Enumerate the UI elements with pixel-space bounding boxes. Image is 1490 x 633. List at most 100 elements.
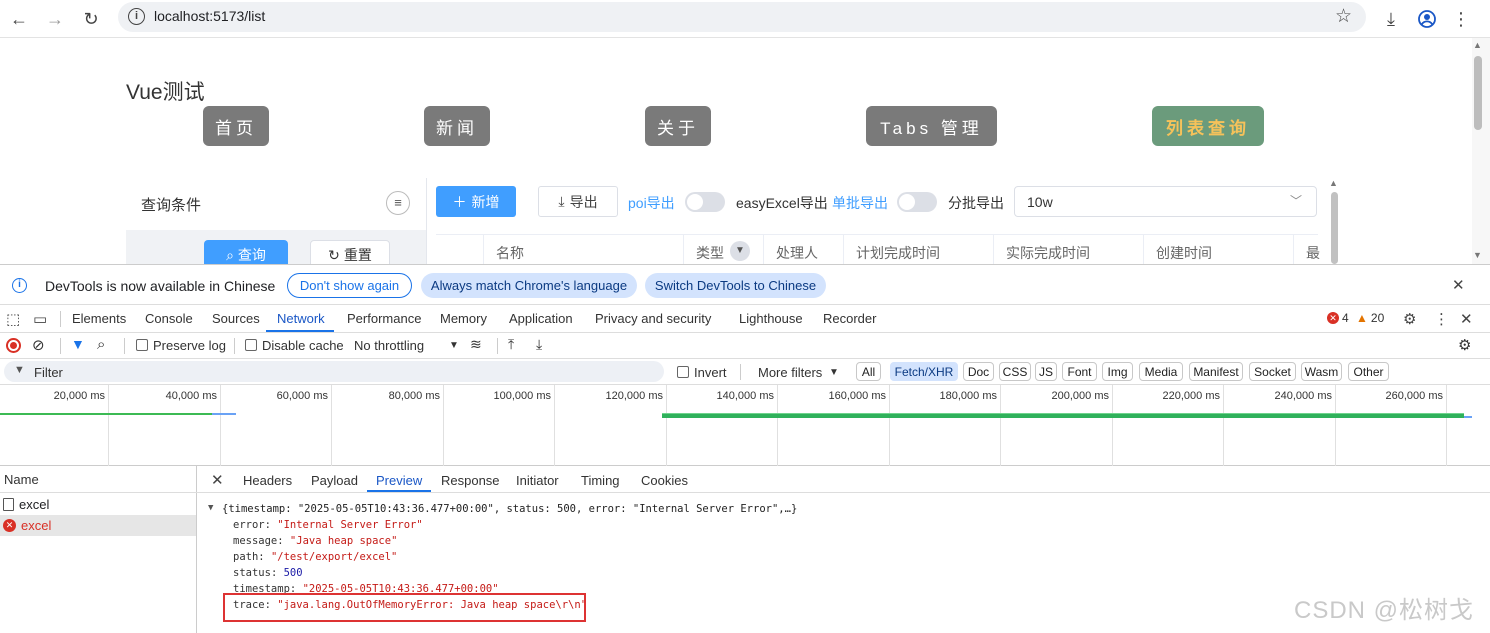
menu-kebab-icon[interactable]: ⋮ bbox=[1446, 4, 1476, 34]
batch-export-link[interactable]: 单批导出 bbox=[832, 193, 888, 213]
tab-elements[interactable]: Elements bbox=[72, 311, 126, 326]
filter-chip-other[interactable]: Other bbox=[1348, 362, 1389, 381]
filter-chip-media[interactable]: Media bbox=[1139, 362, 1183, 381]
nav-tab-list-query[interactable]: 列表查询 bbox=[1152, 106, 1264, 146]
export-button[interactable]: ⤓ 导出 bbox=[538, 186, 618, 217]
filter-chip-all[interactable]: All bbox=[856, 362, 881, 381]
preserve-log-checkbox[interactable] bbox=[136, 339, 148, 351]
download-icon[interactable]: ⤓ bbox=[1376, 4, 1406, 34]
filter-chip-socket[interactable]: Socket bbox=[1249, 362, 1296, 381]
column-header-more[interactable]: 最 bbox=[1306, 243, 1320, 263]
scroll-down-icon[interactable]: ▼ bbox=[1473, 250, 1482, 260]
tab-memory[interactable]: Memory bbox=[440, 311, 487, 326]
add-button[interactable]: ＋ 新增 bbox=[436, 186, 516, 217]
column-header-created-time[interactable]: 创建时间 bbox=[1156, 243, 1212, 263]
back-icon[interactable]: ← bbox=[4, 4, 34, 34]
warning-counter[interactable]: ▲ 20 bbox=[1356, 311, 1384, 325]
close-icon[interactable]: ✕ bbox=[211, 471, 224, 489]
nav-tab-tabs-manage[interactable]: Tabs 管理 bbox=[866, 106, 997, 146]
tab-recorder[interactable]: Recorder bbox=[823, 311, 876, 326]
tab-lighthouse[interactable]: Lighthouse bbox=[739, 311, 803, 326]
list-menu-icon[interactable]: ≡ bbox=[386, 191, 410, 215]
chevron-down-icon[interactable]: ▼ bbox=[829, 367, 839, 378]
detail-tab-timing[interactable]: Timing bbox=[581, 473, 620, 488]
json-field-status[interactable]: status: 500 bbox=[233, 567, 303, 579]
profile-icon[interactable] bbox=[1412, 4, 1442, 34]
stop-recording-icon[interactable] bbox=[6, 338, 21, 353]
switch-to-chinese-button[interactable]: Switch DevTools to Chinese bbox=[645, 273, 826, 298]
query-button[interactable]: ⌕ 查询 bbox=[204, 240, 288, 264]
tab-console[interactable]: Console bbox=[145, 311, 193, 326]
chevron-down-icon[interactable]: ▼ bbox=[449, 340, 459, 351]
collapse-triangle-icon[interactable]: ▼ bbox=[208, 503, 213, 513]
poi-export-toggle[interactable] bbox=[685, 192, 725, 212]
json-field-path[interactable]: path: "/test/export/excel" bbox=[233, 551, 397, 563]
close-icon[interactable]: ✕ bbox=[1452, 276, 1465, 294]
filter-chip-wasm[interactable]: Wasm bbox=[1301, 362, 1342, 381]
filter-chip-manifest[interactable]: Manifest bbox=[1189, 362, 1243, 381]
nav-tab-home[interactable]: 首页 bbox=[203, 106, 269, 146]
json-field-error[interactable]: error: "Internal Server Error" bbox=[233, 519, 423, 531]
scroll-up-icon[interactable]: ▲ bbox=[1473, 40, 1482, 50]
network-settings-gear-icon[interactable]: ⚙ bbox=[1458, 336, 1471, 354]
reset-button[interactable]: ↻ 重置 bbox=[310, 240, 390, 264]
error-counter[interactable]: ✕ 4 bbox=[1327, 311, 1349, 325]
import-har-icon[interactable]: ⤒ bbox=[508, 336, 514, 353]
throttling-select[interactable]: No throttling bbox=[354, 338, 424, 353]
tab-application[interactable]: Application bbox=[509, 311, 573, 326]
filter-chip-js[interactable]: JS bbox=[1035, 362, 1057, 381]
network-conditions-icon[interactable]: ≋ bbox=[470, 336, 482, 353]
page-scrollbar[interactable]: ▲ ▼ bbox=[1472, 38, 1490, 264]
settings-gear-icon[interactable]: ⚙ bbox=[1403, 310, 1416, 328]
tab-network[interactable]: Network bbox=[277, 311, 325, 326]
address-bar[interactable]: i localhost:5173/list ☆ bbox=[118, 2, 1366, 32]
nav-tab-about[interactable]: 关于 bbox=[645, 106, 711, 146]
inspect-element-icon[interactable]: ⬚ bbox=[6, 310, 20, 328]
tab-sources[interactable]: Sources bbox=[212, 311, 260, 326]
filter-funnel-icon[interactable]: ▼ bbox=[71, 336, 85, 352]
forward-icon[interactable]: → bbox=[40, 4, 70, 34]
always-match-language-button[interactable]: Always match Chrome's language bbox=[421, 273, 637, 298]
size-select[interactable]: 10w ﹀ bbox=[1014, 186, 1317, 217]
name-column-header[interactable]: Name bbox=[0, 466, 197, 493]
reload-icon[interactable]: ↻ bbox=[76, 4, 106, 34]
column-header-planned-time[interactable]: 计划完成时间 bbox=[856, 243, 940, 263]
column-header-name[interactable]: 名称 bbox=[496, 243, 524, 263]
disable-cache-checkbox[interactable] bbox=[245, 339, 257, 351]
request-row[interactable]: excel bbox=[0, 494, 196, 515]
filter-chip-img[interactable]: Img bbox=[1102, 362, 1133, 381]
poi-export-link[interactable]: poi导出 bbox=[628, 193, 675, 213]
tab-privacy-security[interactable]: Privacy and security bbox=[595, 311, 711, 326]
scroll-up-icon[interactable]: ▲ bbox=[1329, 178, 1338, 188]
export-har-icon[interactable]: ⤓ bbox=[536, 336, 542, 353]
more-filters-dropdown[interactable]: More filters bbox=[758, 365, 822, 380]
close-devtools-icon[interactable]: ✕ bbox=[1460, 310, 1473, 328]
filter-chip-doc[interactable]: Doc bbox=[963, 362, 994, 381]
more-options-icon[interactable]: ⋮ bbox=[1434, 310, 1449, 328]
clear-icon[interactable]: ⊘ bbox=[32, 336, 45, 354]
tab-performance[interactable]: Performance bbox=[347, 311, 421, 326]
detail-tab-headers[interactable]: Headers bbox=[243, 473, 292, 488]
device-toolbar-icon[interactable]: ▭ bbox=[33, 310, 47, 328]
bookmark-star-icon[interactable]: ☆ bbox=[1335, 5, 1352, 28]
json-summary[interactable]: {timestamp: "2025-05-05T10:43:36.477+00:… bbox=[222, 503, 797, 515]
scroll-thumb[interactable] bbox=[1474, 56, 1482, 130]
filter-input[interactable]: ▼ Filter bbox=[4, 361, 664, 382]
filter-chip-fetch-xhr[interactable]: Fetch/XHR bbox=[890, 362, 958, 381]
detail-tab-preview[interactable]: Preview bbox=[376, 473, 422, 488]
scroll-thumb[interactable] bbox=[1331, 192, 1338, 264]
filter-dropdown-icon[interactable]: ▼ bbox=[730, 241, 750, 261]
filter-chip-font[interactable]: Font bbox=[1062, 362, 1097, 381]
search-icon[interactable]: ⌕ bbox=[97, 336, 105, 353]
detail-tab-payload[interactable]: Payload bbox=[311, 473, 358, 488]
request-row-selected[interactable]: ✕ excel bbox=[0, 515, 196, 536]
dont-show-again-button[interactable]: Don't show again bbox=[287, 273, 412, 298]
network-overview-timeline[interactable]: 20,000 ms 40,000 ms 60,000 ms 80,000 ms 100,… bbox=[0, 385, 1490, 466]
site-info-icon[interactable]: i bbox=[128, 8, 145, 25]
detail-tab-response[interactable]: Response bbox=[441, 473, 500, 488]
batch-export-toggle[interactable] bbox=[897, 192, 937, 212]
filter-chip-css[interactable]: CSS bbox=[999, 362, 1031, 381]
column-header-handler[interactable]: 处理人 bbox=[776, 243, 818, 263]
json-field-message[interactable]: message: "Java heap space" bbox=[233, 535, 397, 547]
nav-tab-news[interactable]: 新闻 bbox=[424, 106, 490, 146]
